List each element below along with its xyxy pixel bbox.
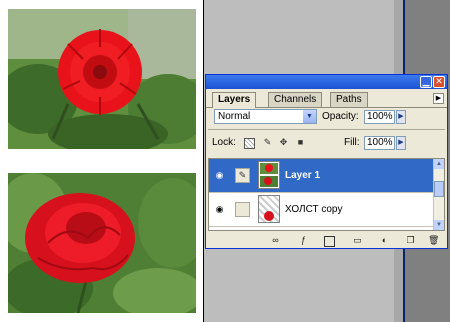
new-layer-icon[interactable]: ❐ xyxy=(405,235,416,246)
palette-tabs: Layers Channels Paths ▶ xyxy=(206,89,447,108)
layer-thumbnail xyxy=(258,195,280,223)
scroll-down-icon[interactable]: ▼ xyxy=(434,220,444,230)
layer-row-holst-copy[interactable]: ◉ ХОЛСТ copy xyxy=(209,193,434,227)
brush-icon[interactable]: ✎ xyxy=(235,168,250,183)
layers-palette: ▁ ✕ Layers Channels Paths ▶ Normal ▼ Opa… xyxy=(205,74,448,249)
fill-slider-button[interactable]: ▶ xyxy=(396,136,406,150)
layers-scrollbar[interactable]: ▲ ▼ xyxy=(433,159,444,230)
chevron-down-icon[interactable]: ▼ xyxy=(303,110,316,123)
layer-name: Layer 1 xyxy=(285,170,321,181)
link-layers-icon[interactable]: ∞ xyxy=(270,235,281,246)
document-canvas xyxy=(0,0,204,322)
layer-name: ХОЛСТ copy xyxy=(285,204,343,215)
add-mask-icon[interactable] xyxy=(324,236,335,247)
rose-photo xyxy=(8,173,196,313)
minimize-button[interactable]: ▁ xyxy=(420,76,432,88)
layer-thumbnail xyxy=(258,161,280,189)
lock-brush-icon[interactable]: ✎ xyxy=(262,137,273,148)
eye-icon[interactable]: ◉ xyxy=(213,170,226,180)
dahlia-photo xyxy=(8,9,196,149)
layer-style-icon[interactable]: ƒ xyxy=(298,235,309,246)
divider xyxy=(208,129,445,130)
new-group-icon[interactable]: ▭ xyxy=(352,235,363,246)
fill-field[interactable]: 100% xyxy=(364,136,395,150)
fill-label: Fill: xyxy=(344,137,360,148)
tab-channels[interactable]: Channels xyxy=(268,92,323,107)
palette-menu-button[interactable]: ▶ xyxy=(433,93,444,104)
opacity-label: Opacity: xyxy=(322,111,359,122)
layers-list: ◉ ✎ Layer 1 ◉ ХОЛСТ copy ▲ ▼ xyxy=(208,158,445,231)
eye-icon[interactable]: ◉ xyxy=(213,204,226,214)
tab-layers[interactable]: Layers xyxy=(212,92,257,108)
tab-paths[interactable]: Paths xyxy=(330,92,368,107)
scroll-up-icon[interactable]: ▲ xyxy=(434,159,444,169)
link-layers-icon[interactable] xyxy=(235,202,250,217)
close-button[interactable]: ✕ xyxy=(433,76,445,88)
lock-transparency-icon[interactable] xyxy=(244,138,255,149)
lock-move-icon[interactable]: ✥ xyxy=(278,137,289,148)
scroll-thumb[interactable] xyxy=(434,181,444,197)
trash-icon[interactable]: 🗑 xyxy=(428,235,439,246)
blend-mode-select[interactable]: Normal ▼ xyxy=(214,109,317,124)
lock-all-icon[interactable]: ■ xyxy=(295,137,306,148)
adjustment-layer-icon[interactable]: ◐ xyxy=(379,235,390,246)
palette-titlebar[interactable]: ▁ ✕ xyxy=(206,75,447,89)
opacity-slider-button[interactable]: ▶ xyxy=(396,110,406,124)
palette-toolbar: ∞ ƒ ▭ ◐ ❐ 🗑 xyxy=(206,233,447,248)
lock-label: Lock: xyxy=(212,137,236,148)
opacity-field[interactable]: 100% xyxy=(364,110,395,124)
layer-row-layer-1[interactable]: ◉ ✎ Layer 1 xyxy=(209,159,434,193)
blend-mode-value: Normal xyxy=(218,111,251,122)
